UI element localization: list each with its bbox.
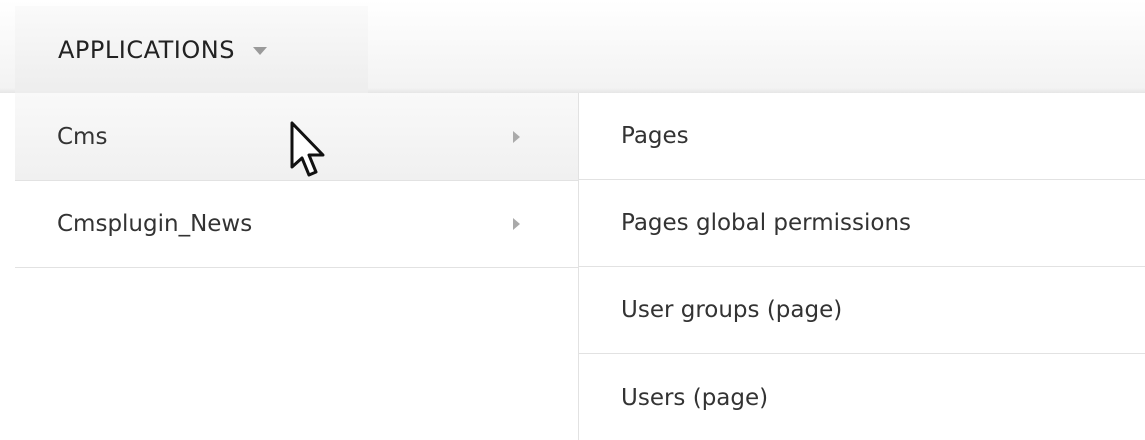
chevron-right-icon: [513, 130, 520, 143]
submenu-item-pages-global-permissions[interactable]: Pages global permissions: [579, 180, 1145, 267]
submenu-item-label: Users (page): [621, 384, 769, 411]
screen: APPLICATIONS Cms Cmsplugin_News Pages Pa…: [0, 0, 1145, 440]
submenu-item-label: User groups (page): [621, 297, 843, 323]
submenu-item-pages[interactable]: Pages: [579, 93, 1145, 180]
submenu-item-label: Pages: [621, 123, 689, 149]
top-menubar: APPLICATIONS: [0, 0, 1145, 94]
chevron-right-icon: [513, 218, 520, 230]
dropdown-item-cmsplugin-news[interactable]: Cmsplugin_News: [15, 180, 578, 267]
dropdown-item-label: Cmsplugin_News: [57, 211, 253, 237]
applications-menu-label: APPLICATIONS: [58, 36, 235, 64]
mouse-pointer-icon: [290, 121, 325, 177]
dropdown-item-label: Cms: [57, 123, 108, 150]
chevron-down-icon: [252, 47, 267, 55]
submenu-item-users[interactable]: Users (page): [579, 354, 1145, 440]
submenu-item-label: Pages global permissions: [621, 210, 912, 236]
cms-submenu: Pages Pages global permissions User grou…: [578, 93, 1145, 440]
applications-menu-button[interactable]: APPLICATIONS: [15, 6, 368, 94]
submenu-item-user-groups[interactable]: User groups (page): [579, 267, 1145, 354]
